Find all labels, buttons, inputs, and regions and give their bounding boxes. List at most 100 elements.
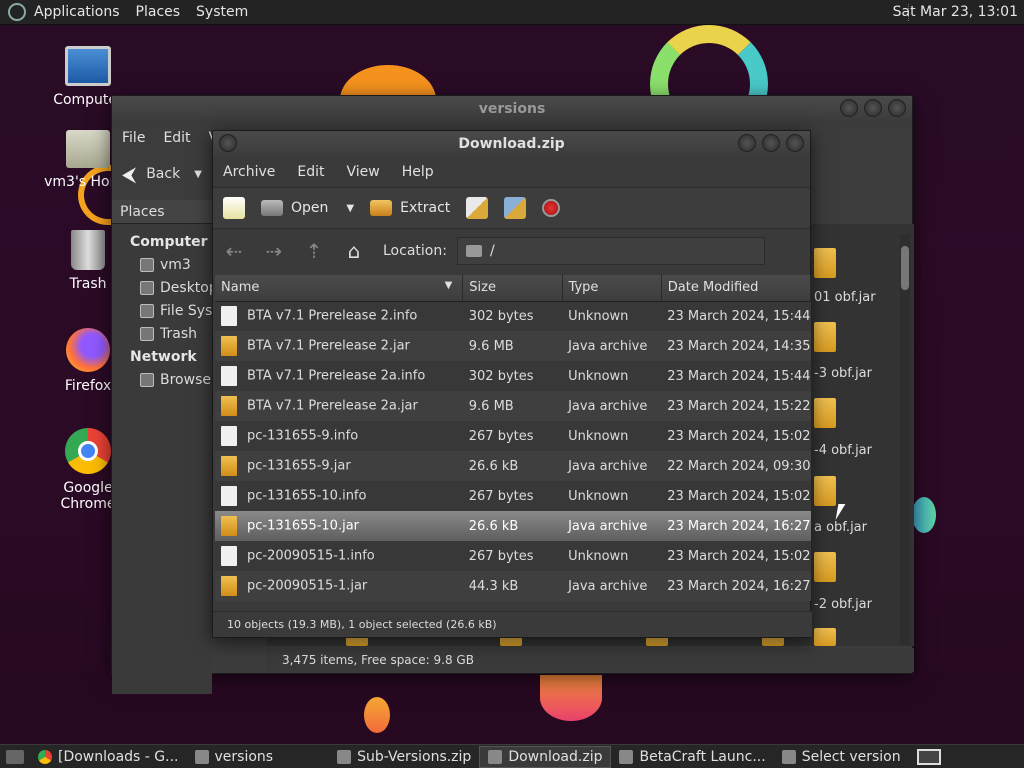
extract-button[interactable]: Extract [370, 200, 450, 216]
places-menu[interactable]: Places [128, 4, 189, 20]
column-date[interactable]: Date Modified [661, 275, 812, 302]
download-titlebar[interactable]: Download.zip [213, 131, 810, 157]
trash-icon [140, 327, 154, 341]
cell-size-text: 302 bytes [468, 368, 534, 384]
column-name[interactable]: Name ▼ [215, 275, 464, 302]
up-arrow-icon[interactable]: ⇡ [303, 240, 325, 262]
file-row[interactable]: BTA v7.1 Prerelease 2a.info 302 bytes Unkn… [215, 361, 811, 391]
show-desktop-button[interactable] [0, 746, 30, 768]
file-row[interactable]: pc-131655-10.info 267 bytes Unknown 23 Marc… [215, 481, 811, 511]
column-size[interactable]: Size [462, 275, 563, 302]
home-icon[interactable]: ⌂ [343, 240, 365, 262]
maximize-button[interactable] [762, 134, 780, 152]
file-row[interactable]: pc-131655-10.jar 26.6 kB Java archive 23 Ma… [215, 511, 811, 541]
vertical-scrollbar[interactable] [900, 234, 910, 646]
maximize-button[interactable] [864, 99, 882, 117]
open-button[interactable]: Open ▼ [261, 200, 354, 216]
file-label[interactable]: 01 obf.jar [814, 290, 876, 305]
cell-name-text: pc-20090515-1.info [247, 548, 375, 564]
file-row[interactable]: pc-131655-9.jar 26.6 kB Java archive 22 Mar… [215, 451, 811, 481]
cell-name-text: BTA v7.1 Prerelease 2a.info [247, 368, 426, 384]
menu-help[interactable]: Help [402, 164, 434, 180]
task-downloads[interactable]: [Downloads - G... [30, 746, 187, 768]
cell-type-text: Java archive [568, 518, 648, 534]
file-label[interactable]: -2 obf.jar [814, 597, 872, 612]
cell-size-text: 267 bytes [468, 428, 534, 444]
menu-edit[interactable]: Edit [297, 164, 324, 180]
file-row[interactable]: pc-131655-9.info 267 bytes Unknown 23 March… [215, 421, 811, 451]
sidebar-item-trash[interactable]: Trash [140, 326, 197, 342]
versions-titlebar[interactable]: versions [112, 96, 912, 122]
minimize-button[interactable] [840, 99, 858, 117]
cell-date-text: 23 March 2024, 15:22 [667, 398, 811, 414]
file-row[interactable]: BTA v7.1 Prerelease 2a.jar 9.6 MB Java arc… [215, 391, 811, 421]
file-label[interactable]: a obf.jar [814, 520, 867, 535]
back-dropdown-icon[interactable]: ▼ [194, 169, 202, 180]
close-button[interactable] [888, 99, 906, 117]
jar-file-icon[interactable] [814, 628, 836, 646]
file-row[interactable]: BTA v7.1 Prerelease 2.jar 9.6 MB Java arch… [215, 331, 811, 361]
cell-name-text: pc-131655-10.info [247, 488, 367, 504]
system-menu[interactable]: System [188, 4, 256, 20]
jar-file-icon[interactable] [814, 552, 836, 582]
add-folder-button[interactable] [504, 197, 527, 219]
open-dropdown-icon[interactable]: ▼ [346, 203, 354, 214]
cell-type-text: Java archive [568, 578, 648, 594]
menu-file[interactable]: File [122, 130, 145, 146]
cell-date: 23 March 2024, 16:27 [661, 511, 811, 541]
stop-button[interactable] [542, 199, 561, 217]
cell-name-text: BTA v7.1 Prerelease 2.info [247, 308, 418, 324]
menu-archive[interactable]: Archive [223, 164, 275, 180]
chrome-icon [65, 428, 111, 474]
close-button[interactable] [786, 134, 804, 152]
task-select-version[interactable]: Select version [774, 746, 909, 768]
workspace-switcher[interactable] [909, 746, 949, 768]
cell-type-text: Unknown [568, 308, 629, 324]
task-betacraft-launcher[interactable]: BetaCraft Launc... [611, 746, 773, 768]
task-versions[interactable]: versions [187, 746, 282, 768]
file-row[interactable]: BTA v7.1 Prerelease 2.info 302 bytes Unkno… [215, 301, 811, 331]
file-label[interactable]: -4 obf.jar [814, 443, 872, 458]
show-desktop-icon [6, 749, 24, 764]
jar-file-icon[interactable] [814, 476, 836, 506]
menu-view[interactable]: View [347, 164, 380, 180]
minimize-button[interactable] [738, 134, 756, 152]
jar-file-icon[interactable] [814, 248, 836, 278]
scrollbar-thumb[interactable] [901, 246, 909, 290]
file-row[interactable]: pc-20090515-1.info 267 bytes Unknown 23 Mar… [215, 541, 811, 571]
cell-date: 23 March 2024, 15:44 [661, 301, 811, 331]
sidebar-item-desktop[interactable]: Desktop [140, 280, 218, 296]
system-logo-icon[interactable] [8, 3, 26, 21]
cell-type-text: Java archive [568, 338, 648, 354]
cell-size: 267 bytes [462, 421, 563, 451]
jar-file-icon[interactable] [814, 398, 836, 428]
top-panel: Applications Places System Sat Mar 23, 1… [0, 0, 1024, 25]
task-download-zip[interactable]: Download.zip [479, 745, 612, 768]
cell-size: 267 bytes [462, 481, 563, 511]
cell-type: Unknown [562, 301, 662, 331]
back-arrow-icon[interactable]: ⇠ [223, 240, 245, 262]
file-label[interactable]: -3 obf.jar [814, 366, 872, 381]
new-archive-button[interactable] [223, 197, 245, 219]
add-files-button[interactable] [466, 197, 489, 219]
location-input[interactable]: / [456, 237, 765, 265]
task-label: versions [214, 748, 274, 765]
download-zip-window[interactable]: Download.zip Archive Edit View Help Open… [212, 130, 812, 638]
forward-arrow-icon[interactable]: ⇢ [263, 240, 285, 262]
clock[interactable]: Sat Mar 23, 13:01 [893, 4, 1018, 20]
sidebar-item-label: Desktop [160, 280, 218, 296]
menu-edit[interactable]: Edit [163, 130, 190, 146]
applications-menu[interactable]: Applications [26, 4, 128, 20]
jar-file-icon[interactable] [814, 322, 836, 352]
add-files-icon [466, 197, 489, 219]
back-button[interactable]: Back [146, 166, 180, 182]
places-dropdown[interactable]: Places [112, 200, 212, 224]
window-menu-button[interactable] [219, 134, 237, 152]
cell-type-text: Java archive [568, 458, 648, 474]
sidebar-item-vm3[interactable]: vm3 [140, 257, 191, 273]
column-type[interactable]: Type [562, 275, 662, 302]
cell-size-text: 9.6 MB [468, 338, 514, 354]
cell-type: Java archive [562, 511, 662, 541]
file-row[interactable]: pc-20090515-1.jar 44.3 kB Java archive 23 M… [215, 571, 811, 601]
task-sub-versions-zip[interactable]: Sub-Versions.zip [329, 746, 479, 768]
